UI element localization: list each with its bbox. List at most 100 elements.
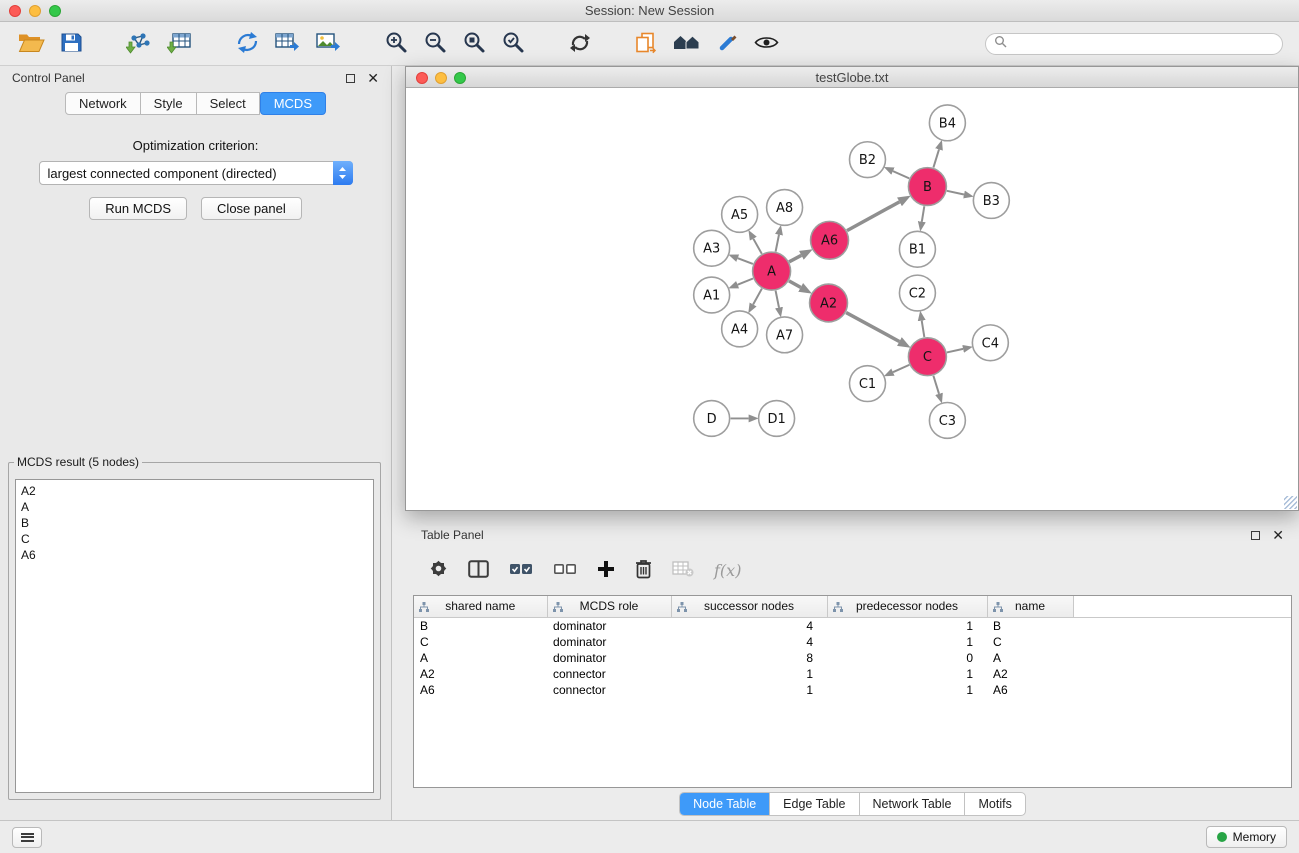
edge-A-A4[interactable]	[753, 289, 762, 305]
edge-B-B4[interactable]	[933, 149, 939, 167]
node-A8[interactable]: A8	[767, 190, 803, 226]
add-column-button[interactable]	[597, 560, 615, 581]
zoom-window-button[interactable]	[49, 5, 61, 17]
close-panel-button[interactable]: Close panel	[201, 197, 302, 220]
node-C3[interactable]: C3	[929, 403, 965, 439]
float-panel-icon[interactable]	[346, 74, 355, 83]
node-A5[interactable]: A5	[722, 196, 758, 232]
node-table-container[interactable]: shared nameMCDS rolesuccessor nodesprede…	[413, 595, 1292, 788]
edge-C-C2[interactable]	[922, 321, 925, 337]
edge-C-C3[interactable]	[933, 376, 939, 394]
table-cell[interactable]: C	[987, 634, 1073, 650]
open-session-button[interactable]	[16, 30, 47, 58]
table-cell[interactable]: A2	[414, 666, 547, 682]
node-A2[interactable]: A2	[810, 284, 848, 322]
table-cell[interactable]: A6	[414, 682, 547, 698]
table-cell[interactable]: A6	[987, 682, 1073, 698]
float-table-panel-icon[interactable]	[1251, 531, 1260, 540]
node-B3[interactable]: B3	[973, 183, 1009, 219]
close-panel-icon[interactable]: ✕	[367, 71, 379, 85]
edge-A-A5[interactable]	[753, 239, 761, 254]
node-A[interactable]: A	[753, 252, 791, 290]
zoom-in-button[interactable]	[383, 29, 410, 59]
table-cell[interactable]: 4	[671, 617, 827, 634]
table-cell[interactable]: connector	[547, 682, 671, 698]
table-row[interactable]: A2connector11A2	[414, 666, 1291, 682]
edge-A-A1[interactable]	[738, 278, 753, 284]
search-input[interactable]	[1012, 37, 1274, 51]
new-network-button[interactable]	[234, 30, 261, 58]
edge-A6-B[interactable]	[847, 202, 899, 231]
column-header-shared-name[interactable]: shared name	[414, 596, 547, 617]
tab-edge-table[interactable]: Edge Table	[770, 793, 859, 815]
edge-A-A3[interactable]	[738, 258, 753, 264]
export-table-button[interactable]	[273, 30, 302, 58]
network-minimize-button[interactable]	[435, 72, 447, 84]
table-cell[interactable]: 1	[827, 634, 987, 650]
edge-A-A8[interactable]	[776, 235, 779, 252]
node-D1[interactable]: D1	[759, 401, 795, 437]
table-row[interactable]: Adominator80A	[414, 650, 1291, 666]
tab-motifs[interactable]: Motifs	[965, 793, 1024, 815]
close-table-panel-icon[interactable]: ✕	[1272, 528, 1284, 542]
edge-C-C1[interactable]	[893, 365, 909, 372]
table-cell[interactable]: B	[414, 617, 547, 634]
resize-corner[interactable]	[1284, 496, 1297, 509]
optimization-criterion-select[interactable]: largest connected component (directed)	[39, 161, 353, 185]
column-header-MCDS-role[interactable]: MCDS role	[547, 596, 671, 617]
export-document-button[interactable]	[633, 30, 659, 59]
home-view-button[interactable]	[671, 32, 703, 56]
table-cell[interactable]: 1	[827, 682, 987, 698]
node-A1[interactable]: A1	[694, 277, 730, 313]
table-cell[interactable]: 4	[671, 634, 827, 650]
close-window-button[interactable]	[9, 5, 21, 17]
column-header-successor-nodes[interactable]: successor nodes	[671, 596, 827, 617]
node-A7[interactable]: A7	[767, 317, 803, 353]
network-window-titlebar[interactable]: testGlobe.txt	[406, 67, 1298, 88]
edge-B-B2[interactable]	[893, 171, 909, 178]
deselect-all-button[interactable]	[553, 562, 577, 579]
node-B4[interactable]: B4	[929, 105, 965, 141]
tab-network[interactable]: Network	[65, 92, 141, 115]
table-cell[interactable]: dominator	[547, 617, 671, 634]
mcds-result-item[interactable]: C	[21, 531, 368, 547]
edge-A-A2[interactable]	[789, 281, 801, 287]
table-cell[interactable]: A	[414, 650, 547, 666]
import-network-button[interactable]	[124, 30, 153, 59]
minimize-window-button[interactable]	[29, 5, 41, 17]
show-hide-button[interactable]	[752, 33, 781, 55]
node-A6[interactable]: A6	[811, 221, 849, 259]
network-canvas[interactable]: B4B2BB3A8A5A6A3B1AC2A1A2A4A7C4CC1DD1C3	[406, 89, 1298, 510]
tab-mcds[interactable]: MCDS	[260, 92, 326, 115]
delete-column-button[interactable]	[635, 559, 652, 582]
table-row[interactable]: Cdominator41C	[414, 634, 1291, 650]
edge-A-A6[interactable]	[789, 255, 801, 261]
table-cell[interactable]: dominator	[547, 650, 671, 666]
table-cell[interactable]: 1	[671, 666, 827, 682]
select-all-button[interactable]	[509, 562, 533, 579]
network-zoom-button[interactable]	[454, 72, 466, 84]
node-C[interactable]: C	[908, 338, 946, 376]
table-cell[interactable]: C	[414, 634, 547, 650]
column-header-name[interactable]: name	[987, 596, 1073, 617]
node-B1[interactable]: B1	[899, 231, 935, 267]
table-cell[interactable]: 1	[671, 682, 827, 698]
function-builder-button[interactable]: f(x)	[714, 561, 741, 580]
zoom-selected-button[interactable]	[500, 29, 527, 59]
column-header-predecessor-nodes[interactable]: predecessor nodes	[827, 596, 987, 617]
zoom-fit-button[interactable]	[461, 29, 488, 59]
show-columns-button[interactable]	[468, 560, 489, 581]
tab-network-table[interactable]: Network Table	[860, 793, 966, 815]
edge-B-B3[interactable]	[947, 191, 964, 195]
table-cell[interactable]: 0	[827, 650, 987, 666]
table-row[interactable]: A6connector11A6	[414, 682, 1291, 698]
node-B[interactable]: B	[908, 168, 946, 206]
table-row[interactable]: Bdominator41B	[414, 617, 1291, 634]
table-cell[interactable]: A	[987, 650, 1073, 666]
table-cell[interactable]: B	[987, 617, 1073, 634]
export-image-button[interactable]	[314, 30, 343, 58]
node-C2[interactable]: C2	[899, 275, 935, 311]
table-cell[interactable]: 1	[827, 666, 987, 682]
table-cell[interactable]: connector	[547, 666, 671, 682]
table-settings-button[interactable]	[429, 559, 448, 581]
